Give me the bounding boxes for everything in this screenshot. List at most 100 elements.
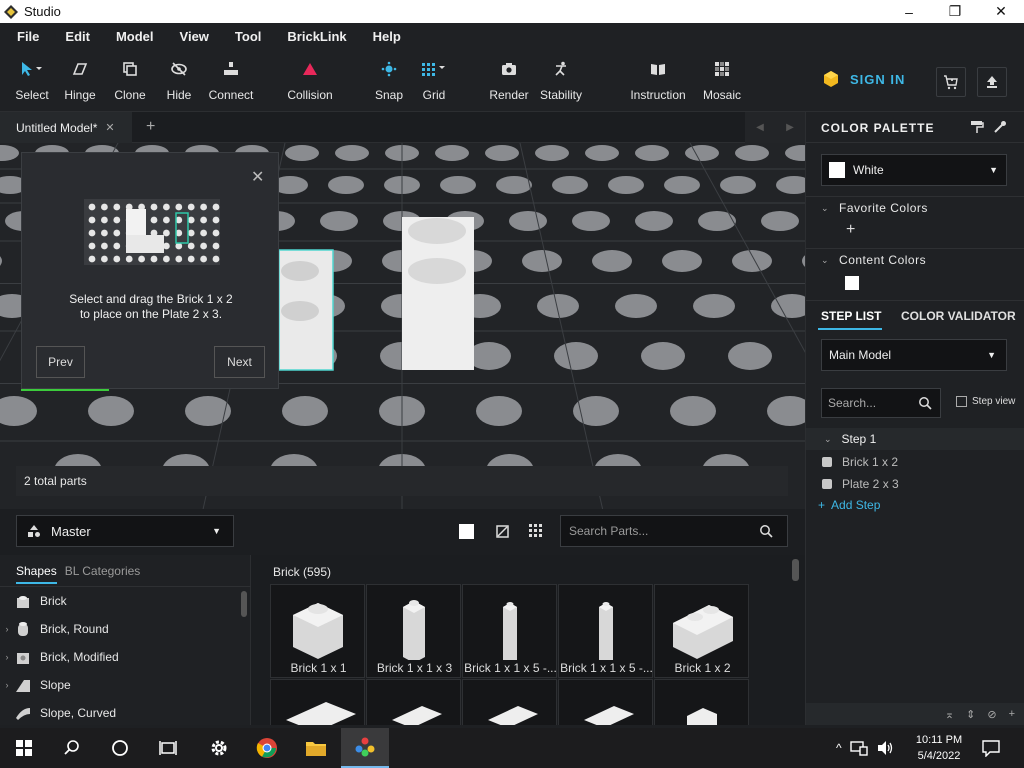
selected-color-swatch xyxy=(829,162,845,178)
maximize-button[interactable]: ❐ xyxy=(932,0,978,23)
hide-visibility-icon[interactable]: ⊘ xyxy=(987,708,996,721)
instruction-tool-button[interactable]: Instruction xyxy=(628,58,688,102)
file-explorer-taskbar-button[interactable] xyxy=(292,728,340,768)
hide-tool-button[interactable]: Hide xyxy=(149,58,209,102)
part-brick-1x1x5-a[interactable]: Brick 1 x 1 x 5 -... xyxy=(462,584,557,678)
step-1-row[interactable]: ⌄ Step 1 xyxy=(806,428,1024,450)
collapse-all-icon[interactable]: ⌅ xyxy=(945,708,954,721)
tab-scroll-right-icon[interactable]: ▶ xyxy=(786,122,794,133)
favorite-colors-section[interactable]: ⌄ Favorite Colors xyxy=(821,201,928,215)
color-select[interactable]: White ▼ xyxy=(821,154,1007,186)
start-button[interactable] xyxy=(0,728,48,768)
color-swatch-button[interactable] xyxy=(459,524,474,539)
category-brick[interactable]: Brick xyxy=(0,587,240,615)
cart-button[interactable] xyxy=(936,67,966,97)
step-part-item[interactable]: Plate 2 x 3 xyxy=(822,477,899,491)
collision-tool-button[interactable]: Collision xyxy=(280,58,340,102)
category-slope-curved[interactable]: Slope, Curved xyxy=(0,699,240,727)
menu-bricklink[interactable]: BrickLink xyxy=(278,29,355,44)
menu-tool[interactable]: Tool xyxy=(226,29,270,44)
tutorial-close-icon[interactable]: ✕ xyxy=(251,167,264,187)
speaker-icon[interactable] xyxy=(876,740,894,756)
illustration-stud xyxy=(187,255,195,263)
notifications-button[interactable] xyxy=(967,728,1015,768)
minimize-button[interactable]: – xyxy=(886,0,932,23)
render-tool-button[interactable]: Render xyxy=(479,58,539,102)
network-icon[interactable] xyxy=(849,740,868,756)
add-icon[interactable]: + xyxy=(1009,708,1015,720)
category-brick-round[interactable]: › Brick, Round xyxy=(0,615,240,643)
tutorial-prev-button[interactable]: Prev xyxy=(36,346,85,378)
search-parts-field[interactable] xyxy=(560,515,788,547)
part-row2-5[interactable] xyxy=(654,679,749,725)
search-icon[interactable] xyxy=(918,396,932,410)
tutorial-next-button[interactable]: Next xyxy=(214,346,265,378)
connect-tool-button[interactable]: Connect xyxy=(201,58,261,102)
sign-in-button[interactable]: SIGN IN xyxy=(822,70,905,88)
chrome-taskbar-button[interactable] xyxy=(243,728,291,768)
add-favorite-color-button[interactable]: + xyxy=(846,221,855,239)
close-tab-icon[interactable]: ✕ xyxy=(105,121,114,134)
expand-all-icon[interactable]: ⇕ xyxy=(966,708,975,721)
category-slope[interactable]: › Slope xyxy=(0,671,240,699)
add-tab-button[interactable]: + xyxy=(146,118,155,136)
illustration-stud xyxy=(138,255,145,263)
menu-file[interactable]: File xyxy=(8,29,48,44)
chevron-up-icon[interactable]: ^ xyxy=(836,741,842,755)
tab-color-validator[interactable]: COLOR VALIDATOR xyxy=(901,309,1016,323)
brick-1x2-model[interactable] xyxy=(402,217,474,370)
part-brick-1x1[interactable]: Brick 1 x 1 xyxy=(270,584,365,678)
content-color-white-swatch[interactable] xyxy=(845,276,859,290)
model-select[interactable]: Main Model ▼ xyxy=(821,339,1007,371)
eyedropper-icon[interactable] xyxy=(993,120,1007,134)
chevron-down-icon: ▼ xyxy=(987,350,996,360)
settings-taskbar-button[interactable] xyxy=(195,728,243,768)
grid-view-icon[interactable] xyxy=(529,524,543,538)
taskbar-search-button[interactable] xyxy=(48,728,96,768)
tab-shapes[interactable]: Shapes xyxy=(16,564,57,584)
mosaic-tool-button[interactable]: Mosaic xyxy=(692,58,752,102)
tab-scroll-left-icon[interactable]: ◀ xyxy=(756,122,764,133)
menu-help[interactable]: Help xyxy=(364,29,410,44)
part-row2-4[interactable] xyxy=(558,679,653,725)
part-row2-3[interactable] xyxy=(462,679,557,725)
part-row2-2[interactable] xyxy=(366,679,461,725)
task-view-button[interactable] xyxy=(144,728,192,768)
part-brick-1x2[interactable]: Brick 1 x 2 xyxy=(654,584,749,678)
menu-model[interactable]: Model xyxy=(107,29,163,44)
tab-step-list[interactable]: STEP LIST xyxy=(821,309,881,323)
studio-taskbar-button[interactable] xyxy=(341,728,389,768)
cortana-button[interactable] xyxy=(96,728,144,768)
title-bar: Studio – ❐ ✕ xyxy=(0,0,1024,23)
upload-button[interactable] xyxy=(977,67,1007,97)
checkbox-box[interactable] xyxy=(956,396,967,407)
tab-bl-categories[interactable]: BL Categories xyxy=(65,564,141,578)
close-window-button[interactable]: ✕ xyxy=(978,0,1024,23)
step-view-checkbox[interactable]: Step view xyxy=(956,396,1015,407)
search-icon[interactable] xyxy=(759,524,773,538)
menu-edit[interactable]: Edit xyxy=(56,29,99,44)
illustration-stud xyxy=(113,242,121,250)
tab-untitled-model[interactable]: Untitled Model* ✕ xyxy=(0,112,132,143)
part-brick-1x1x3[interactable]: Brick 1 x 1 x 3 xyxy=(366,584,461,678)
part-row2-1[interactable] xyxy=(270,679,365,725)
step-part-item[interactable]: Brick 1 x 2 xyxy=(822,455,898,469)
menu-view[interactable]: View xyxy=(171,29,218,44)
taskbar-clock[interactable]: 10:11 PM 5/4/2022 xyxy=(905,732,973,764)
illustration-stud xyxy=(187,229,195,237)
step-search-field[interactable] xyxy=(821,388,941,418)
add-step-button[interactable]: + Add Step xyxy=(818,498,880,512)
category-scrollbar[interactable] xyxy=(241,591,247,617)
eraser-icon[interactable] xyxy=(495,524,510,539)
parts-grid-scrollbar[interactable] xyxy=(792,559,799,581)
content-colors-section[interactable]: ⌄ Content Colors xyxy=(821,253,926,267)
grid-tool-button[interactable]: Grid xyxy=(404,58,464,102)
plate-2x3-model[interactable] xyxy=(278,249,334,371)
palette-select[interactable]: Master ▼ xyxy=(16,515,234,547)
category-brick-modified[interactable]: › Brick, Modified xyxy=(0,643,240,671)
search-parts-input[interactable] xyxy=(569,524,759,538)
paint-roller-icon[interactable] xyxy=(970,120,984,134)
stability-tool-button[interactable]: Stability xyxy=(531,58,591,102)
step-search-input[interactable] xyxy=(828,396,918,410)
part-brick-1x1x5-b[interactable]: Brick 1 x 1 x 5 -... xyxy=(558,584,653,678)
